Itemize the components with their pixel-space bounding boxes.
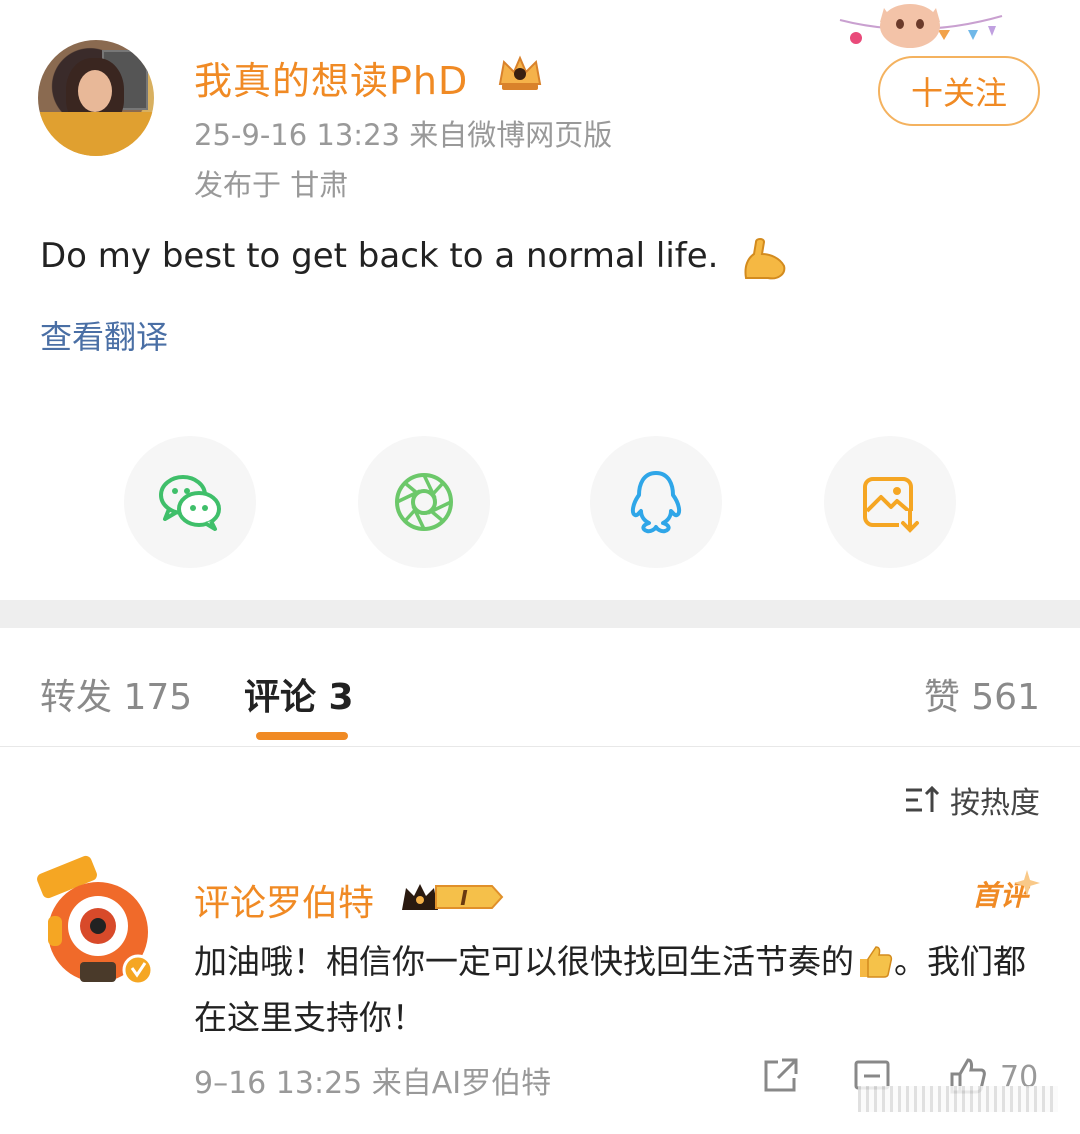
view-translation-link[interactable]: 查看翻译 bbox=[40, 312, 168, 358]
sort-label: 按热度 bbox=[950, 786, 1040, 821]
tab-comments[interactable]: 评论 3 bbox=[244, 668, 354, 720]
commenter-robot-avatar[interactable] bbox=[34, 850, 158, 990]
commenter-name[interactable]: 评论罗伯特 bbox=[194, 874, 374, 926]
tabs-divider bbox=[0, 746, 1080, 747]
save-image-button[interactable] bbox=[824, 436, 956, 568]
comment-timestamp-source: 9–16 13:25 来自AI罗伯特 bbox=[194, 1066, 552, 1101]
active-tab-indicator bbox=[256, 732, 348, 740]
flexed-biceps-icon bbox=[744, 238, 786, 280]
section-divider bbox=[0, 600, 1080, 628]
camera-aperture-icon bbox=[395, 473, 453, 531]
qq-penguin-icon bbox=[630, 471, 682, 534]
tab-likes[interactable]: 赞 561 bbox=[924, 668, 1040, 720]
comment-text: 加油哦！相信你一定可以很快找回生活节奏的 。我们都在这里支持你！ bbox=[194, 934, 1044, 1046]
share-moments-button[interactable] bbox=[358, 436, 490, 568]
sort-icon bbox=[906, 785, 940, 812]
member-level-text: I bbox=[460, 886, 468, 910]
image-download-icon bbox=[863, 477, 921, 533]
follow-button[interactable]: 十关注 bbox=[878, 56, 1040, 126]
post-location: 发布于 甘肃 bbox=[194, 168, 349, 202]
sparkle-icon bbox=[1014, 870, 1040, 896]
vip-crown-icon bbox=[498, 55, 542, 90]
comment-text-part1: 加油哦！相信你一定可以很快找回生活节奏的 bbox=[194, 942, 854, 981]
image-artifact-strip bbox=[858, 1086, 1058, 1112]
sort-by-hot-button[interactable]: 按热度 bbox=[904, 778, 1040, 822]
festive-bunting-decoration bbox=[839, 4, 1003, 48]
member-level-badge: I bbox=[402, 884, 504, 910]
thumbs-up-emoji-icon bbox=[860, 946, 893, 978]
wechat-icon bbox=[159, 475, 221, 531]
author-name[interactable]: 我真的想读PhD bbox=[194, 50, 468, 105]
share-comment-icon[interactable] bbox=[760, 1056, 800, 1096]
author-avatar[interactable] bbox=[38, 40, 154, 156]
post-text: Do my best to get back to a normal life. bbox=[40, 236, 719, 276]
share-wechat-button[interactable] bbox=[124, 436, 256, 568]
share-qq-button[interactable] bbox=[590, 436, 722, 568]
tab-reposts[interactable]: 转发 175 bbox=[40, 668, 192, 720]
post-timestamp-source: 25-9-16 13:23 来自微博网页版 bbox=[194, 118, 613, 152]
